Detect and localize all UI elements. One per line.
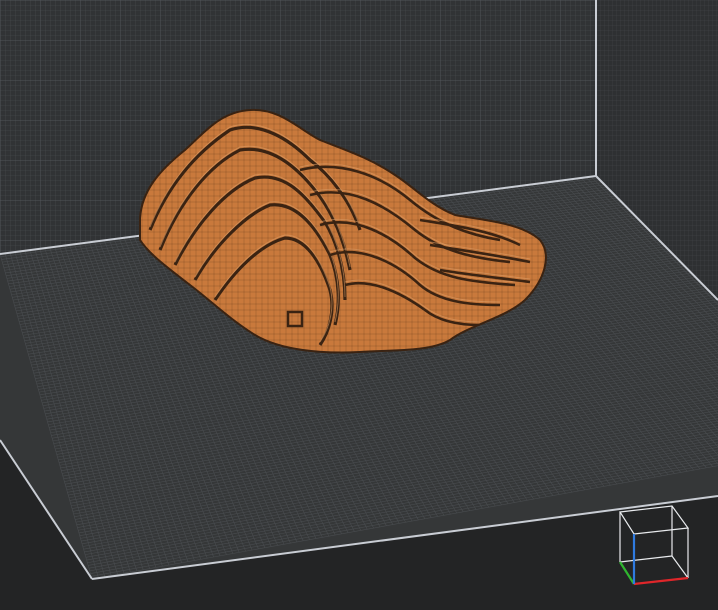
view-cube-gizmo[interactable] [618, 505, 690, 586]
view-cube-frame [618, 505, 690, 584]
axis-x-line [633, 576, 689, 586]
scene-canvas[interactable] [0, 0, 718, 610]
3d-viewport[interactable] [0, 0, 718, 610]
axis-y-line [619, 561, 635, 585]
